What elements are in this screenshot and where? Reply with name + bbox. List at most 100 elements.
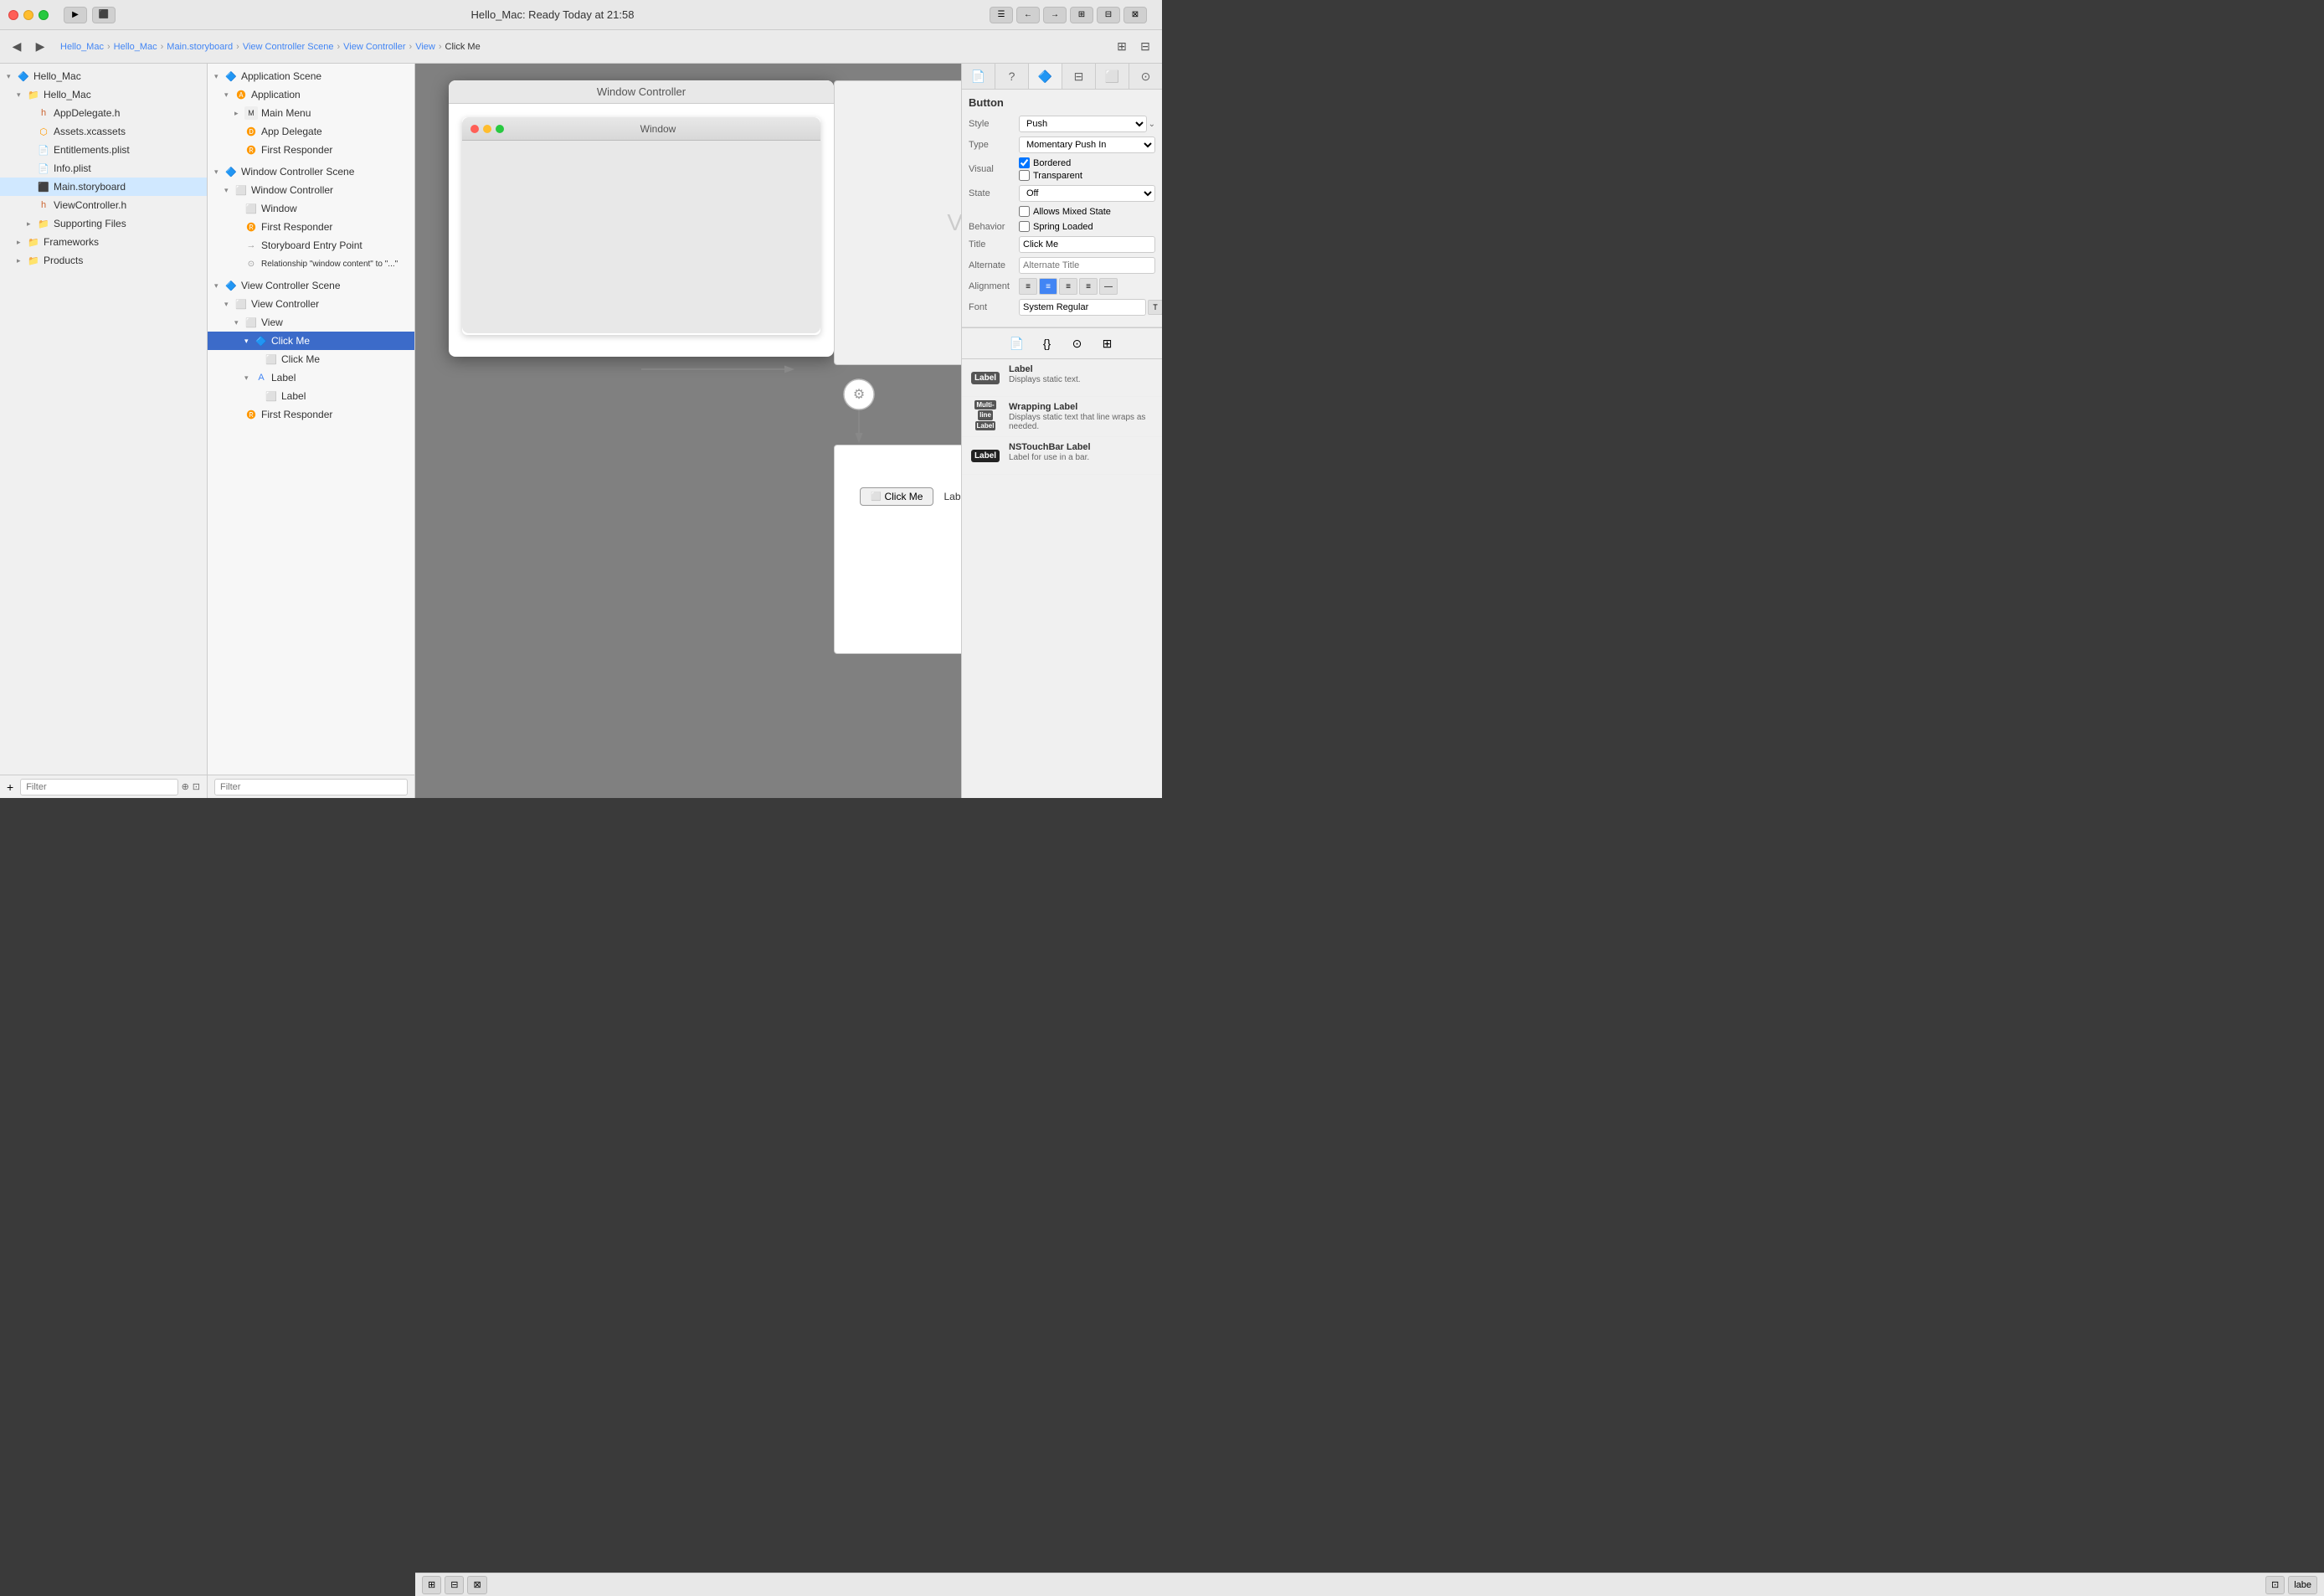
filter-options-icon[interactable]: ⊕ [182,781,189,792]
lib-tab-circle[interactable]: ⊙ [1067,333,1087,353]
sidebar-item-assets[interactable]: ⬡ Assets.xcassets [0,122,207,141]
scene-wc-scene[interactable]: 🔷 Window Controller Scene [208,162,414,181]
filter-recent-icon[interactable]: ⊡ [193,781,200,792]
scene-click-me-btn[interactable]: 🔷 Click Me [208,332,414,350]
vc-container-top: View Controller [834,80,961,365]
rp-tab-identity[interactable]: 🔷 [1029,64,1062,89]
sidebar-item-viewcontroller-h[interactable]: h ViewController.h [0,196,207,214]
state-select[interactable]: Off [1019,185,1155,202]
constraints-btn[interactable]: ⊟ [445,1576,464,1594]
stop-button[interactable]: ⬛ [92,7,116,23]
bc-hello-mac-1[interactable]: Hello_Mac [60,42,104,52]
entry-icon: → [244,239,258,252]
panel-toggle-icon[interactable]: ⊞ [1070,7,1093,23]
canvas-area[interactable]: Window Controller Window [415,64,961,798]
scene-vc-scene[interactable]: 🔷 View Controller Scene [208,276,414,295]
labe-btn[interactable]: labe [2288,1576,2317,1594]
sidebar-filter-input[interactable] [20,779,177,795]
breadcrumb: Hello_Mac › Hello_Mac › Main.storyboard … [60,42,481,52]
scene-first-responder-wc[interactable]: 🅡 First Responder [208,218,414,236]
back-icon[interactable]: ← [1016,7,1040,23]
font-input[interactable] [1019,299,1146,316]
scene-entry-point[interactable]: → Storyboard Entry Point [208,236,414,255]
zoom-level-btn[interactable]: ⊡ [2265,1576,2285,1594]
style-select[interactable]: Push [1019,116,1147,132]
type-label: Type [969,140,1019,150]
title-row: Title [969,236,1155,253]
transparent-checkbox[interactable] [1019,170,1030,181]
sidebar-item-supporting-files[interactable]: 📁 Supporting Files [0,214,207,233]
align-justify-btn[interactable]: ≡ [1079,278,1098,295]
scene-click-me-sub[interactable]: ⬜ Click Me [208,350,414,368]
rp-tab-connections[interactable]: ⊙ [1129,64,1162,89]
click-me-button[interactable]: ⬜ Click Me [860,487,933,506]
scene-application[interactable]: 🅐 Application [208,85,414,104]
scene-filter-input[interactable] [214,779,408,795]
rp-tab-quick-help[interactable]: ? [995,64,1029,89]
scene-application-scene[interactable]: 🔷 Application Scene [208,67,414,85]
resolve-btn[interactable]: ⊠ [467,1576,486,1594]
sidebar-item-products[interactable]: 📁 Products [0,251,207,270]
bc-main-storyboard[interactable]: Main.storyboard [167,42,233,52]
close-button[interactable] [8,10,18,20]
add-file-icon[interactable]: + [7,780,13,794]
scene-window-controller[interactable]: ⬜ Window Controller [208,181,414,199]
editor-mode-icon[interactable]: ⊞ [1112,37,1132,57]
sidebar-item-entitlements[interactable]: 📄 Entitlements.plist [0,141,207,159]
align-center-btn[interactable]: ≡ [1039,278,1057,295]
nav-left-icon[interactable]: ◀ [7,37,27,57]
play-button[interactable]: ▶ [64,7,87,23]
spring-loaded-checkbox[interactable] [1019,221,1030,232]
scene-label-item[interactable]: A Label [208,368,414,387]
lib-tab-bracket[interactable]: {} [1037,333,1057,353]
alternate-input[interactable] [1019,257,1155,274]
scene-view[interactable]: ⬜ View [208,313,414,332]
scene-relationship[interactable]: ⊙ Relationship "window content" to "..." [208,255,414,273]
bc-view[interactable]: View [415,42,435,52]
minimize-button[interactable] [23,10,33,20]
align-natural-btn[interactable]: — [1099,278,1118,295]
debug-icon[interactable]: ⊠ [1123,7,1147,23]
nav-right-icon[interactable]: ▶ [30,37,50,57]
sidebar-item-hello-mac-group[interactable]: 📁 Hello_Mac [0,85,207,104]
sidebar-label: Hello_Mac [44,89,91,100]
sidebar-item-frameworks[interactable]: 📁 Frameworks [0,233,207,251]
inspector-icon[interactable]: ⊟ [1097,7,1120,23]
title-input[interactable] [1019,236,1155,253]
rp-tab-file[interactable]: 📄 [962,64,995,89]
scene-label-sub[interactable]: ⬜ Label [208,387,414,405]
lib-touchbar-desc: Label for use in a bar. [1009,453,1091,462]
fullscreen-button[interactable] [39,10,49,20]
sidebar-item-appdelegate-h[interactable]: h AppDelegate.h [0,104,207,122]
forward-icon[interactable]: → [1043,7,1067,23]
scene-view-controller[interactable]: ⬜ View Controller [208,295,414,313]
sidebar-item-main-storyboard[interactable]: ⬛ Main.storyboard [0,178,207,196]
sidebar-item-info-plist[interactable]: 📄 Info.plist [0,159,207,178]
toolbar: ◀ ▶ Hello_Mac › Hello_Mac › Main.storybo… [0,30,1162,64]
zoom-fit-btn[interactable]: ⊞ [422,1576,441,1594]
bc-vc[interactable]: View Controller [343,42,405,52]
rp-tab-attributes[interactable]: ⊟ [1062,64,1096,89]
scene-first-responder-vc[interactable]: 🅡 First Responder [208,405,414,424]
scene-window[interactable]: ⬜ Window [208,199,414,218]
lib-tab-grid[interactable]: ⊞ [1098,333,1118,353]
align-right-btn[interactable]: ≡ [1059,278,1077,295]
align-left-btn[interactable]: ≡ [1019,278,1037,295]
lib-tab-file[interactable]: 📄 [1007,333,1027,353]
vc-label: View Controller [947,209,961,236]
inspector-panel-icon[interactable]: ⊟ [1135,37,1155,57]
type-select[interactable]: Momentary Push In [1019,136,1155,153]
scene-app-delegate[interactable]: 🅓 App Delegate [208,122,414,141]
rp-tab-size[interactable]: ⬜ [1096,64,1129,89]
scene-main-menu[interactable]: M Main Menu [208,104,414,122]
mixed-state-checkbox[interactable] [1019,206,1030,217]
sidebar-toggle-icon[interactable]: ☰ [990,7,1013,23]
bc-vc-scene[interactable]: View Controller Scene [243,42,334,52]
scene-first-responder-app[interactable]: 🅡 First Responder [208,141,414,159]
scene-label: Click Me [281,353,320,365]
bc-hello-mac-2[interactable]: Hello_Mac [114,42,157,52]
bordered-checkbox[interactable] [1019,157,1030,168]
lib-label-item: Label Label Displays static text. [962,359,1162,397]
sidebar-item-hello-mac-root[interactable]: 🔷 Hello_Mac [0,67,207,85]
font-size-down-btn[interactable]: T [1148,300,1162,315]
